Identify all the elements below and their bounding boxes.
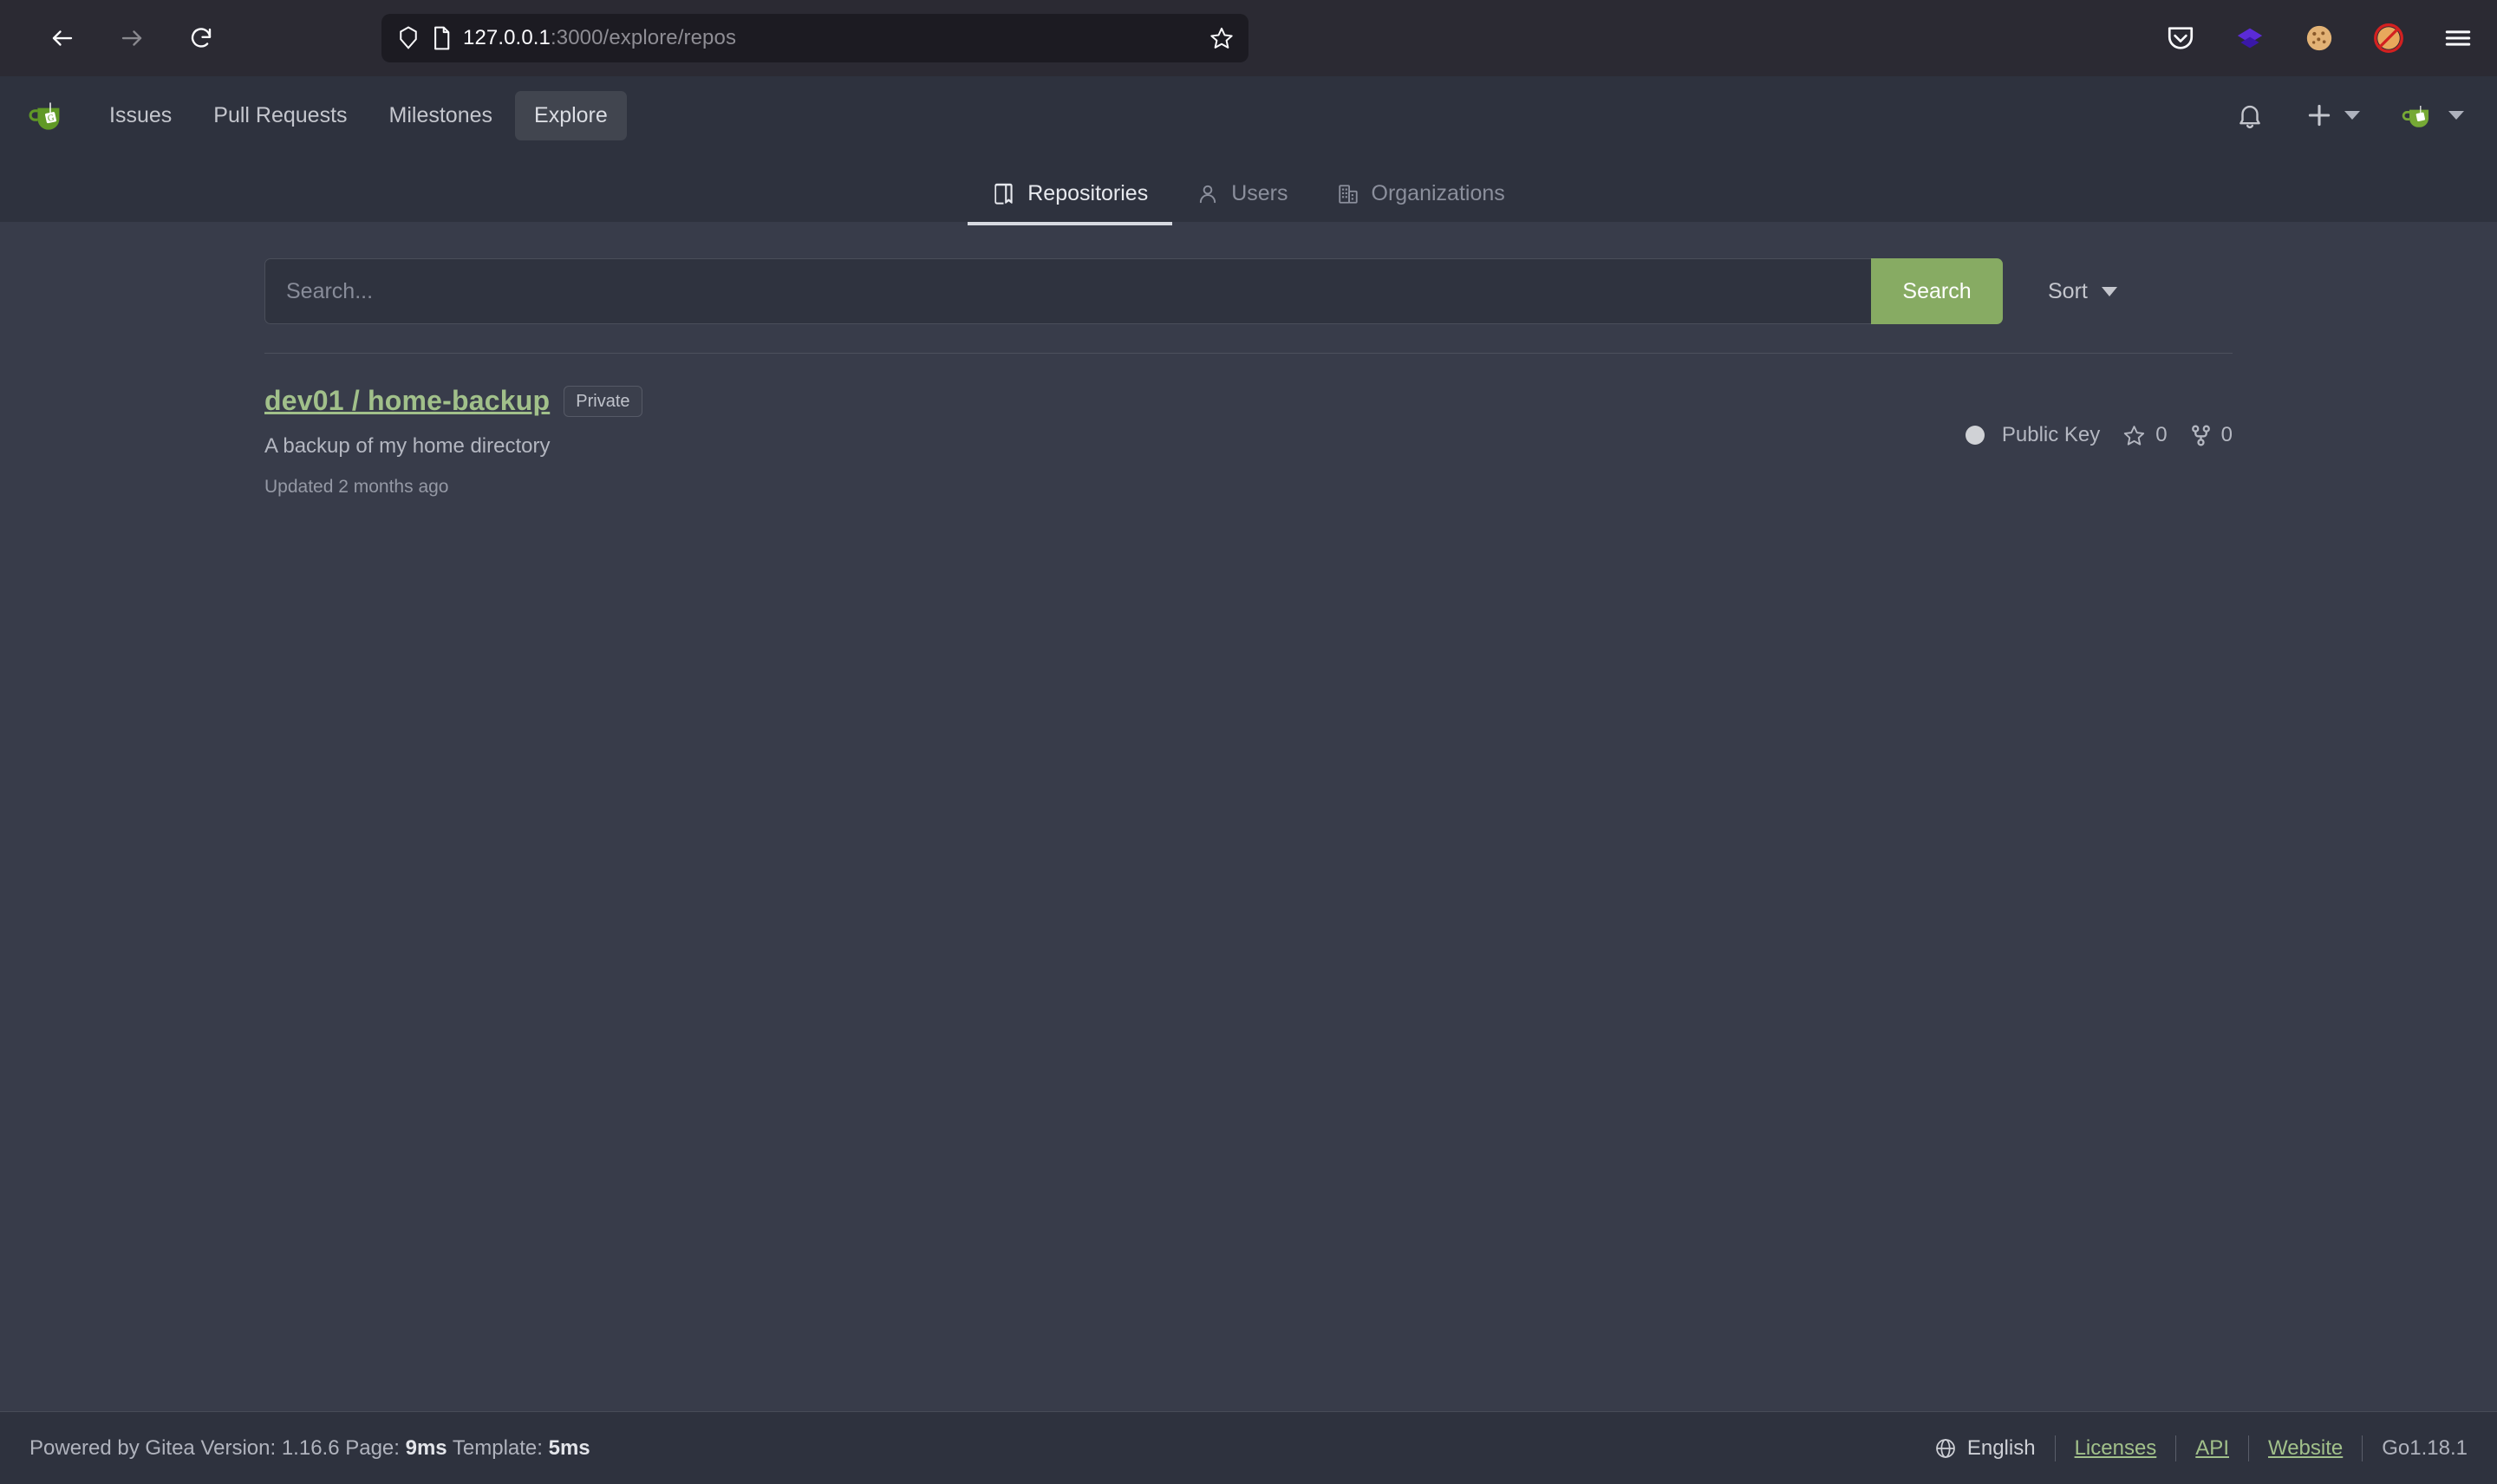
gitea-navbar: G Issues Pull Requests Milestones Explor…	[0, 76, 2497, 154]
footer-language-selector[interactable]: English	[1934, 1436, 2036, 1461]
browser-nav-buttons	[40, 16, 224, 61]
fork-count: 0	[2220, 423, 2233, 446]
explore-page: Search Sort dev01 / home-backup Private …	[0, 222, 2497, 1435]
repository-updated-time: Updated 2 months ago	[264, 477, 449, 497]
repository-title-row: dev01 / home-backup Private	[264, 385, 1966, 417]
footer-separator	[2054, 1435, 2056, 1461]
reload-button[interactable]	[179, 16, 224, 61]
gitea-teacup-logo: G	[29, 102, 60, 130]
gitea-avatar	[2402, 106, 2429, 127]
footer-language-label: English	[1966, 1435, 2036, 1460]
bookmark-button[interactable]	[1207, 23, 1236, 53]
footer-powered-by: Powered by Gitea Version: 1.16.6 Page: 9…	[29, 1436, 590, 1461]
footer-template-prefix: Template:	[447, 1435, 549, 1460]
page-document-icon[interactable]	[432, 26, 451, 50]
page-footer: Powered by Gitea Version: 1.16.6 Page: 9…	[0, 1411, 2497, 1484]
browser-toolbar: 127.0.0.1:3000/explore/repos	[0, 0, 2497, 76]
footer-page-time: 9ms	[405, 1435, 447, 1460]
sort-dropdown-label: Sort	[2048, 278, 2088, 303]
repo-icon	[994, 183, 1013, 205]
footer-go-version: Go1.18.1	[2382, 1435, 2468, 1460]
url-text[interactable]: 127.0.0.1:3000/explore/repos	[463, 26, 1195, 50]
tab-repositories-label: Repositories	[1027, 181, 1149, 205]
tab-organizations-label: Organizations	[1371, 181, 1505, 205]
gitea-logo-link[interactable]: G	[26, 91, 75, 140]
tab-users-label: Users	[1231, 181, 1288, 205]
chevron-down-icon	[2344, 111, 2360, 120]
sort-dropdown[interactable]: Sort	[2048, 279, 2117, 304]
user-menu-button[interactable]	[2400, 96, 2464, 134]
star-outline-icon	[1210, 27, 1233, 49]
footer-link-licenses[interactable]: Licenses	[2075, 1436, 2157, 1461]
star-count: 0	[2155, 423, 2168, 446]
nav-link-milestones[interactable]: Milestones	[370, 91, 512, 140]
nav-link-issues[interactable]: Issues	[90, 91, 191, 140]
star-icon	[2124, 425, 2145, 446]
footer-separator	[2362, 1435, 2363, 1461]
chevron-down-icon	[2101, 286, 2117, 296]
footer-template-time: 5ms	[548, 1435, 590, 1460]
repository-link[interactable]: dev01 / home-backup	[264, 385, 550, 417]
repository-visibility-badge: Private	[564, 385, 642, 417]
arrow-right-icon	[121, 30, 142, 46]
globe-icon	[1936, 1438, 1955, 1458]
layers-extension-icon[interactable]	[2230, 18, 2270, 58]
tab-users[interactable]: Users	[1172, 181, 1312, 225]
create-new-button[interactable]	[2305, 101, 2360, 130]
nav-link-explore[interactable]: Explore	[515, 90, 627, 140]
pocket-icon[interactable]	[2161, 18, 2200, 58]
nav-link-pull-requests[interactable]: Pull Requests	[194, 91, 366, 140]
footer-separator	[2175, 1435, 2177, 1461]
repository-stars[interactable]: 0	[2122, 423, 2168, 447]
repository-description: A backup of my home directory	[264, 434, 551, 458]
explore-container: Search Sort dev01 / home-backup Private …	[264, 222, 2233, 498]
repository-list-item: dev01 / home-backup Private A backup of …	[264, 354, 2233, 498]
gitea-navbar-right	[2235, 96, 2464, 134]
hamburger-menu-icon[interactable]	[2438, 18, 2478, 58]
footer-link-website[interactable]: Website	[2268, 1436, 2343, 1461]
language-color-dot	[1965, 426, 1985, 445]
back-button[interactable]	[40, 16, 85, 61]
person-icon	[1200, 185, 1216, 203]
browser-extensions	[2161, 18, 2478, 58]
repository-main: dev01 / home-backup Private A backup of …	[264, 385, 1966, 498]
organization-building-icon	[1338, 184, 1358, 204]
chevron-down-icon	[2448, 111, 2464, 120]
bell-icon	[2239, 105, 2260, 128]
repository-language: Public Key	[2001, 423, 2101, 446]
plus-icon	[2308, 104, 2331, 127]
forward-button[interactable]	[109, 16, 154, 61]
repository-forks[interactable]: 0	[2190, 423, 2233, 447]
reload-icon	[191, 28, 212, 48]
cookie-extension-icon[interactable]	[2299, 18, 2339, 58]
fork-icon	[2191, 425, 2210, 446]
explore-tabbar: Repositories Users Organizations	[0, 154, 2497, 225]
footer-powered-prefix: Powered by Gitea Version: 1.16.6 Page:	[29, 1435, 406, 1460]
search-input[interactable]	[264, 258, 1871, 324]
tab-repositories[interactable]: Repositories	[968, 181, 1173, 225]
address-bar[interactable]: 127.0.0.1:3000/explore/repos	[381, 14, 1248, 62]
arrow-left-icon	[52, 30, 73, 46]
shield-icon[interactable]	[397, 25, 420, 51]
search-button[interactable]: Search	[1871, 258, 2003, 324]
footer-link-api[interactable]: API	[2195, 1436, 2229, 1461]
repository-metadata: Public Key 0 0	[1965, 385, 2233, 447]
gitea-nav-links: Issues Pull Requests Milestones Explore	[90, 90, 627, 140]
url-path: :3000/explore/repos	[551, 26, 737, 49]
tab-organizations[interactable]: Organizations	[1313, 181, 1529, 225]
search-row: Search Sort	[264, 258, 2233, 324]
footer-links: English Licenses API Website Go1.18.1	[1934, 1435, 2468, 1461]
url-host: 127.0.0.1	[463, 26, 551, 49]
blocked-fox-extension-icon[interactable]	[2369, 18, 2409, 58]
browser-window: 127.0.0.1:3000/explore/repos G Issues Pu…	[0, 0, 2497, 1484]
footer-separator	[2247, 1435, 2249, 1461]
notifications-button[interactable]	[2235, 101, 2265, 130]
